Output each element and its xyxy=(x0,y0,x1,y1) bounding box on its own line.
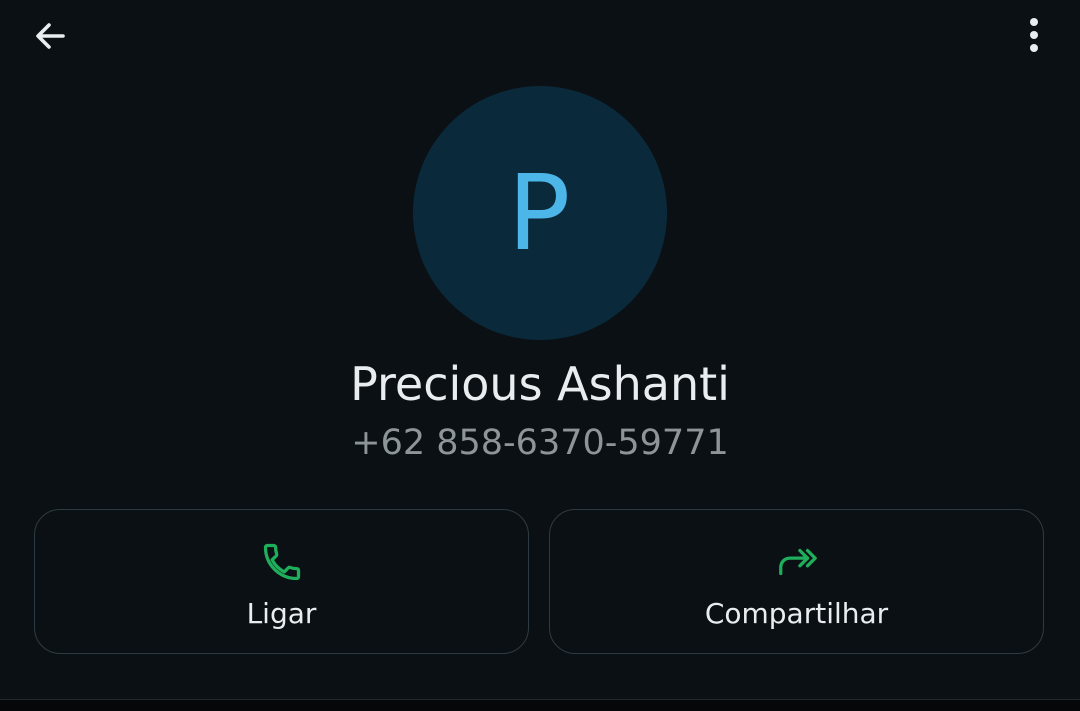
share-button-label: Compartilhar xyxy=(704,597,889,630)
arrow-left-icon xyxy=(36,23,65,49)
contact-phone-number: +62 858-6370-59771 xyxy=(351,423,729,463)
phone-icon xyxy=(260,540,304,584)
contact-avatar[interactable]: P xyxy=(413,86,667,340)
call-button[interactable]: Ligar xyxy=(34,509,529,654)
back-button[interactable] xyxy=(26,12,74,60)
bottom-edge xyxy=(0,700,1080,711)
share-forward-icon xyxy=(775,540,819,584)
contact-name: Precious Ashanti xyxy=(350,357,730,411)
share-button[interactable]: Compartilhar xyxy=(549,509,1044,654)
more-vertical-icon xyxy=(1030,18,1038,52)
call-button-label: Ligar xyxy=(246,597,317,630)
avatar-initial: P xyxy=(507,152,571,274)
more-options-button[interactable] xyxy=(1010,12,1058,60)
